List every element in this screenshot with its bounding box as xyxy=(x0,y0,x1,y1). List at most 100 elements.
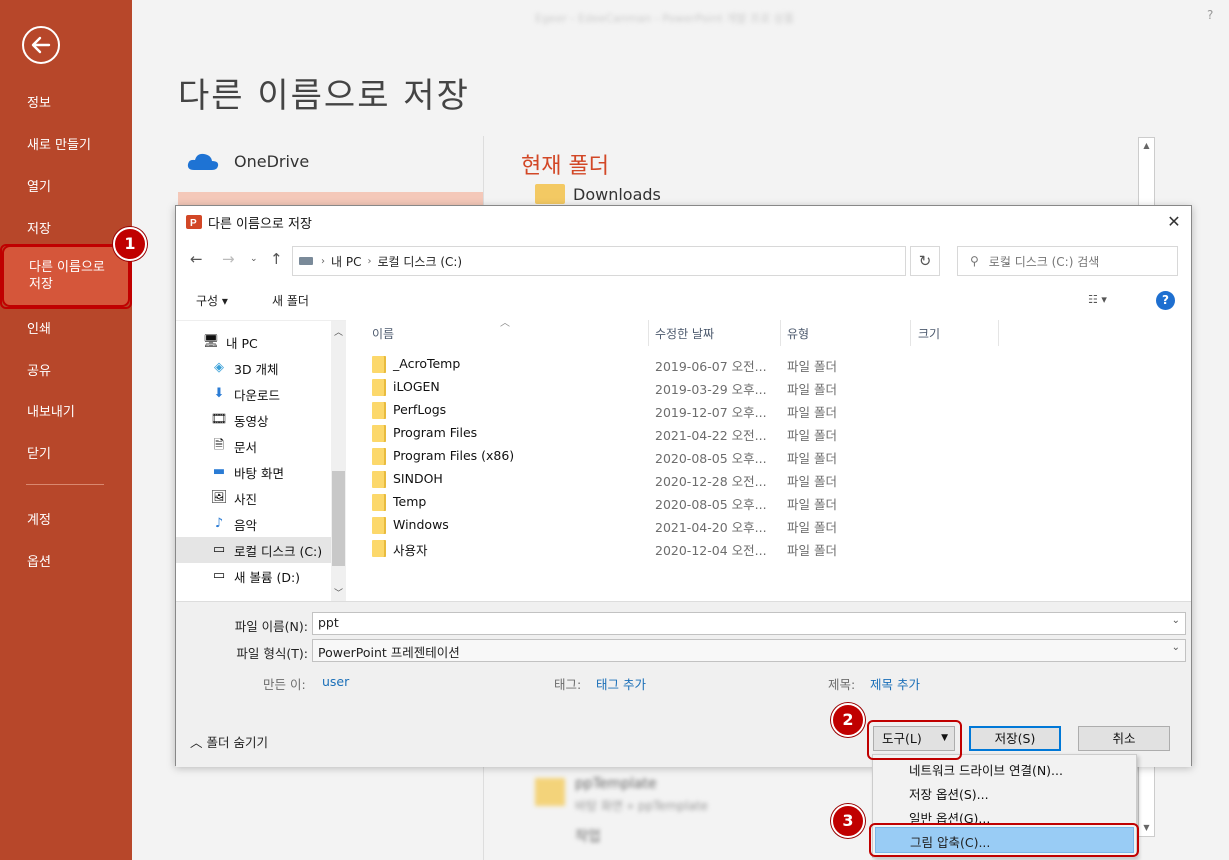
file-name: SINDOH xyxy=(393,471,443,486)
tree-item-label: 문서 xyxy=(234,439,258,455)
help-icon[interactable]: ? xyxy=(1207,8,1213,22)
sidebar-item-print[interactable]: 인쇄 xyxy=(0,318,132,337)
recent-locations-icon[interactable]: ⌄ xyxy=(250,254,258,264)
column-divider[interactable] xyxy=(780,320,781,346)
hide-folders-button[interactable]: ︿ 폴더 숨기기 xyxy=(190,732,268,751)
file-name: Program Files (x86) xyxy=(393,448,515,463)
svg-text:P: P xyxy=(190,218,197,229)
address-bar[interactable]: › 내 PC › 로컬 디스크 (C:) ⌄ xyxy=(292,246,1011,276)
menu-item-map-network-drive[interactable]: 네트워크 드라이브 연결(N)... xyxy=(909,760,1063,779)
file-date: 2020-08-05 오후... xyxy=(655,497,767,512)
breadcrumb-this-pc[interactable]: 내 PC xyxy=(331,253,361,270)
view-options-icon[interactable]: ☷ ▾ xyxy=(1088,293,1107,306)
file-date: 2019-06-07 오전... xyxy=(655,359,767,374)
forward-arrow-icon[interactable]: → xyxy=(222,250,235,268)
tree-item-desktop[interactable]: ▬ 바탕 화면 xyxy=(176,459,331,485)
tree-item-this-pc[interactable]: 🖥 내 PC xyxy=(176,329,331,355)
sidebar-item-new[interactable]: 새로 만들기 xyxy=(0,134,132,153)
sidebar-item-open[interactable]: 열기 xyxy=(0,176,132,195)
column-divider[interactable] xyxy=(998,320,999,346)
file-name: PerfLogs xyxy=(393,402,447,417)
filetype-select[interactable]: PowerPoint 프레젠테이션 ⌄ xyxy=(312,639,1186,662)
tree-item-videos[interactable]: 🎞 동영상 xyxy=(176,407,331,433)
folder-icon xyxy=(372,517,386,534)
download-icon: ⬇ xyxy=(213,386,225,401)
tree-item-new-volume[interactable]: ▭ 새 볼륨 (D:) xyxy=(176,563,331,589)
table-row[interactable]: SINDOH 2020-12-28 오전... 파일 폴더 xyxy=(362,468,1002,491)
cancel-button[interactable]: 취소 xyxy=(1078,726,1170,751)
close-icon[interactable]: ✕ xyxy=(1163,211,1185,233)
tags-value[interactable]: 태그 추가 xyxy=(596,674,646,693)
column-modified[interactable]: 수정한 날짜 xyxy=(655,325,714,342)
current-folder-heading: 현재 폴더 xyxy=(521,154,609,179)
folder-icon xyxy=(372,540,386,557)
scroll-up-icon[interactable]: ▲ xyxy=(1139,138,1154,154)
sidebar-item-close[interactable]: 닫기 xyxy=(0,443,132,462)
scroll-up-icon[interactable]: ︿ xyxy=(334,325,343,338)
recent-folder-label[interactable]: ppTemplate xyxy=(575,776,657,792)
author-value[interactable]: user xyxy=(322,674,349,689)
tree-item-pictures[interactable]: 🖼 사진 xyxy=(176,485,331,511)
tree-item-downloads[interactable]: ⬇ 다운로드 xyxy=(176,381,331,407)
sidebar-item-options[interactable]: 옵션 xyxy=(0,551,132,570)
back-arrow-icon[interactable]: ← xyxy=(190,250,203,268)
menu-item-save-options[interactable]: 저장 옵션(S)... xyxy=(909,784,989,803)
filename-value: ppt xyxy=(318,615,339,630)
tree-item-label: 동영상 xyxy=(234,413,269,429)
sidebar-item-account[interactable]: 계정 xyxy=(0,509,132,528)
tree-item-local-disk[interactable]: ▭ 로컬 디스크 (C:) xyxy=(176,537,331,563)
scroll-down-icon[interactable]: ▼ xyxy=(1139,820,1154,836)
recent-folder-downloads[interactable]: Downloads xyxy=(535,184,661,204)
table-row[interactable]: Program Files 2021-04-22 오전... 파일 폴더 xyxy=(362,422,1002,445)
sidebar-item-info[interactable]: 정보 xyxy=(0,92,132,111)
help-icon[interactable]: ? xyxy=(1156,291,1175,310)
file-type: 파일 폴더 xyxy=(787,543,837,558)
file-type: 파일 폴더 xyxy=(787,405,837,420)
callout-badge-1: 1 xyxy=(113,227,147,261)
column-type[interactable]: 유형 xyxy=(787,325,809,342)
search-input[interactable]: ⚲ 로컬 디스크 (C:) 검색 xyxy=(957,246,1178,276)
tree-item-documents[interactable]: 🗎 문서 xyxy=(176,433,331,459)
back-button[interactable] xyxy=(22,26,60,64)
film-icon: 🎞 xyxy=(210,412,228,427)
chevron-right-icon[interactable]: › xyxy=(367,256,371,267)
table-row[interactable]: 사용자 2020-12-04 오전... 파일 폴더 xyxy=(362,537,1002,560)
column-divider[interactable] xyxy=(910,320,911,346)
column-divider[interactable] xyxy=(648,320,649,346)
table-row[interactable]: _AcroTemp 2019-06-07 오전... 파일 폴더 xyxy=(362,353,1002,376)
table-row[interactable]: Temp 2020-08-05 오후... 파일 폴더 xyxy=(362,491,1002,514)
file-date: 2020-12-28 오전... xyxy=(655,474,767,489)
save-button[interactable]: 저장(S) xyxy=(969,726,1061,751)
page-title: 다른 이름으로 저장 xyxy=(178,76,470,116)
scrollbar-thumb[interactable] xyxy=(332,471,345,566)
tree-item-music[interactable]: ♪ 음악 xyxy=(176,511,331,537)
sidebar-item-save[interactable]: 저장 xyxy=(0,218,132,237)
file-date: 2020-08-05 오후... xyxy=(655,451,767,466)
tree-item-3d-objects[interactable]: ◈ 3D 개체 xyxy=(176,355,331,381)
up-arrow-icon[interactable]: ↑ xyxy=(270,250,283,268)
column-name[interactable]: 이름 xyxy=(372,325,394,342)
scroll-down-icon[interactable]: ﹀ xyxy=(334,586,343,599)
chevron-right-icon[interactable]: › xyxy=(321,256,325,267)
filename-input[interactable]: ppt ⌄ xyxy=(312,612,1186,635)
tree-item-label: 3D 개체 xyxy=(234,361,279,377)
table-row[interactable]: Windows 2021-04-20 오후... 파일 폴더 xyxy=(362,514,1002,537)
organize-button[interactable]: 구성 ▾ xyxy=(196,292,228,309)
chevron-down-icon[interactable]: ⌄ xyxy=(1172,615,1180,626)
refresh-icon[interactable]: ↻ xyxy=(910,246,940,276)
sidebar-item-share[interactable]: 공유 xyxy=(0,360,132,379)
table-row[interactable]: Program Files (x86) 2020-08-05 오후... 파일 폴더 xyxy=(362,445,1002,468)
table-row[interactable]: iLOGEN 2019-03-29 오후... 파일 폴더 xyxy=(362,376,1002,399)
title-value[interactable]: 제목 추가 xyxy=(870,674,920,693)
breadcrumb-local-disk[interactable]: 로컬 디스크 (C:) xyxy=(377,253,462,270)
tree-scrollbar[interactable]: ︿ ﹀ xyxy=(331,321,346,603)
new-folder-button[interactable]: 새 폴더 xyxy=(272,292,309,309)
backstage-sidebar: 정보 새로 만들기 열기 저장 다른 이름으로 저장 인쇄 공유 내보내기 닫기… xyxy=(0,0,132,860)
recent-folder-label[interactable]: 작업 xyxy=(575,826,601,846)
column-size[interactable]: 크기 xyxy=(918,325,940,342)
chevron-up-icon: ︿ xyxy=(190,735,203,750)
sidebar-item-export[interactable]: 내보내기 xyxy=(0,401,132,420)
table-row[interactable]: PerfLogs 2019-12-07 오후... 파일 폴더 xyxy=(362,399,1002,422)
location-onedrive[interactable]: OneDrive xyxy=(186,150,309,172)
chevron-down-icon[interactable]: ⌄ xyxy=(1172,642,1180,653)
